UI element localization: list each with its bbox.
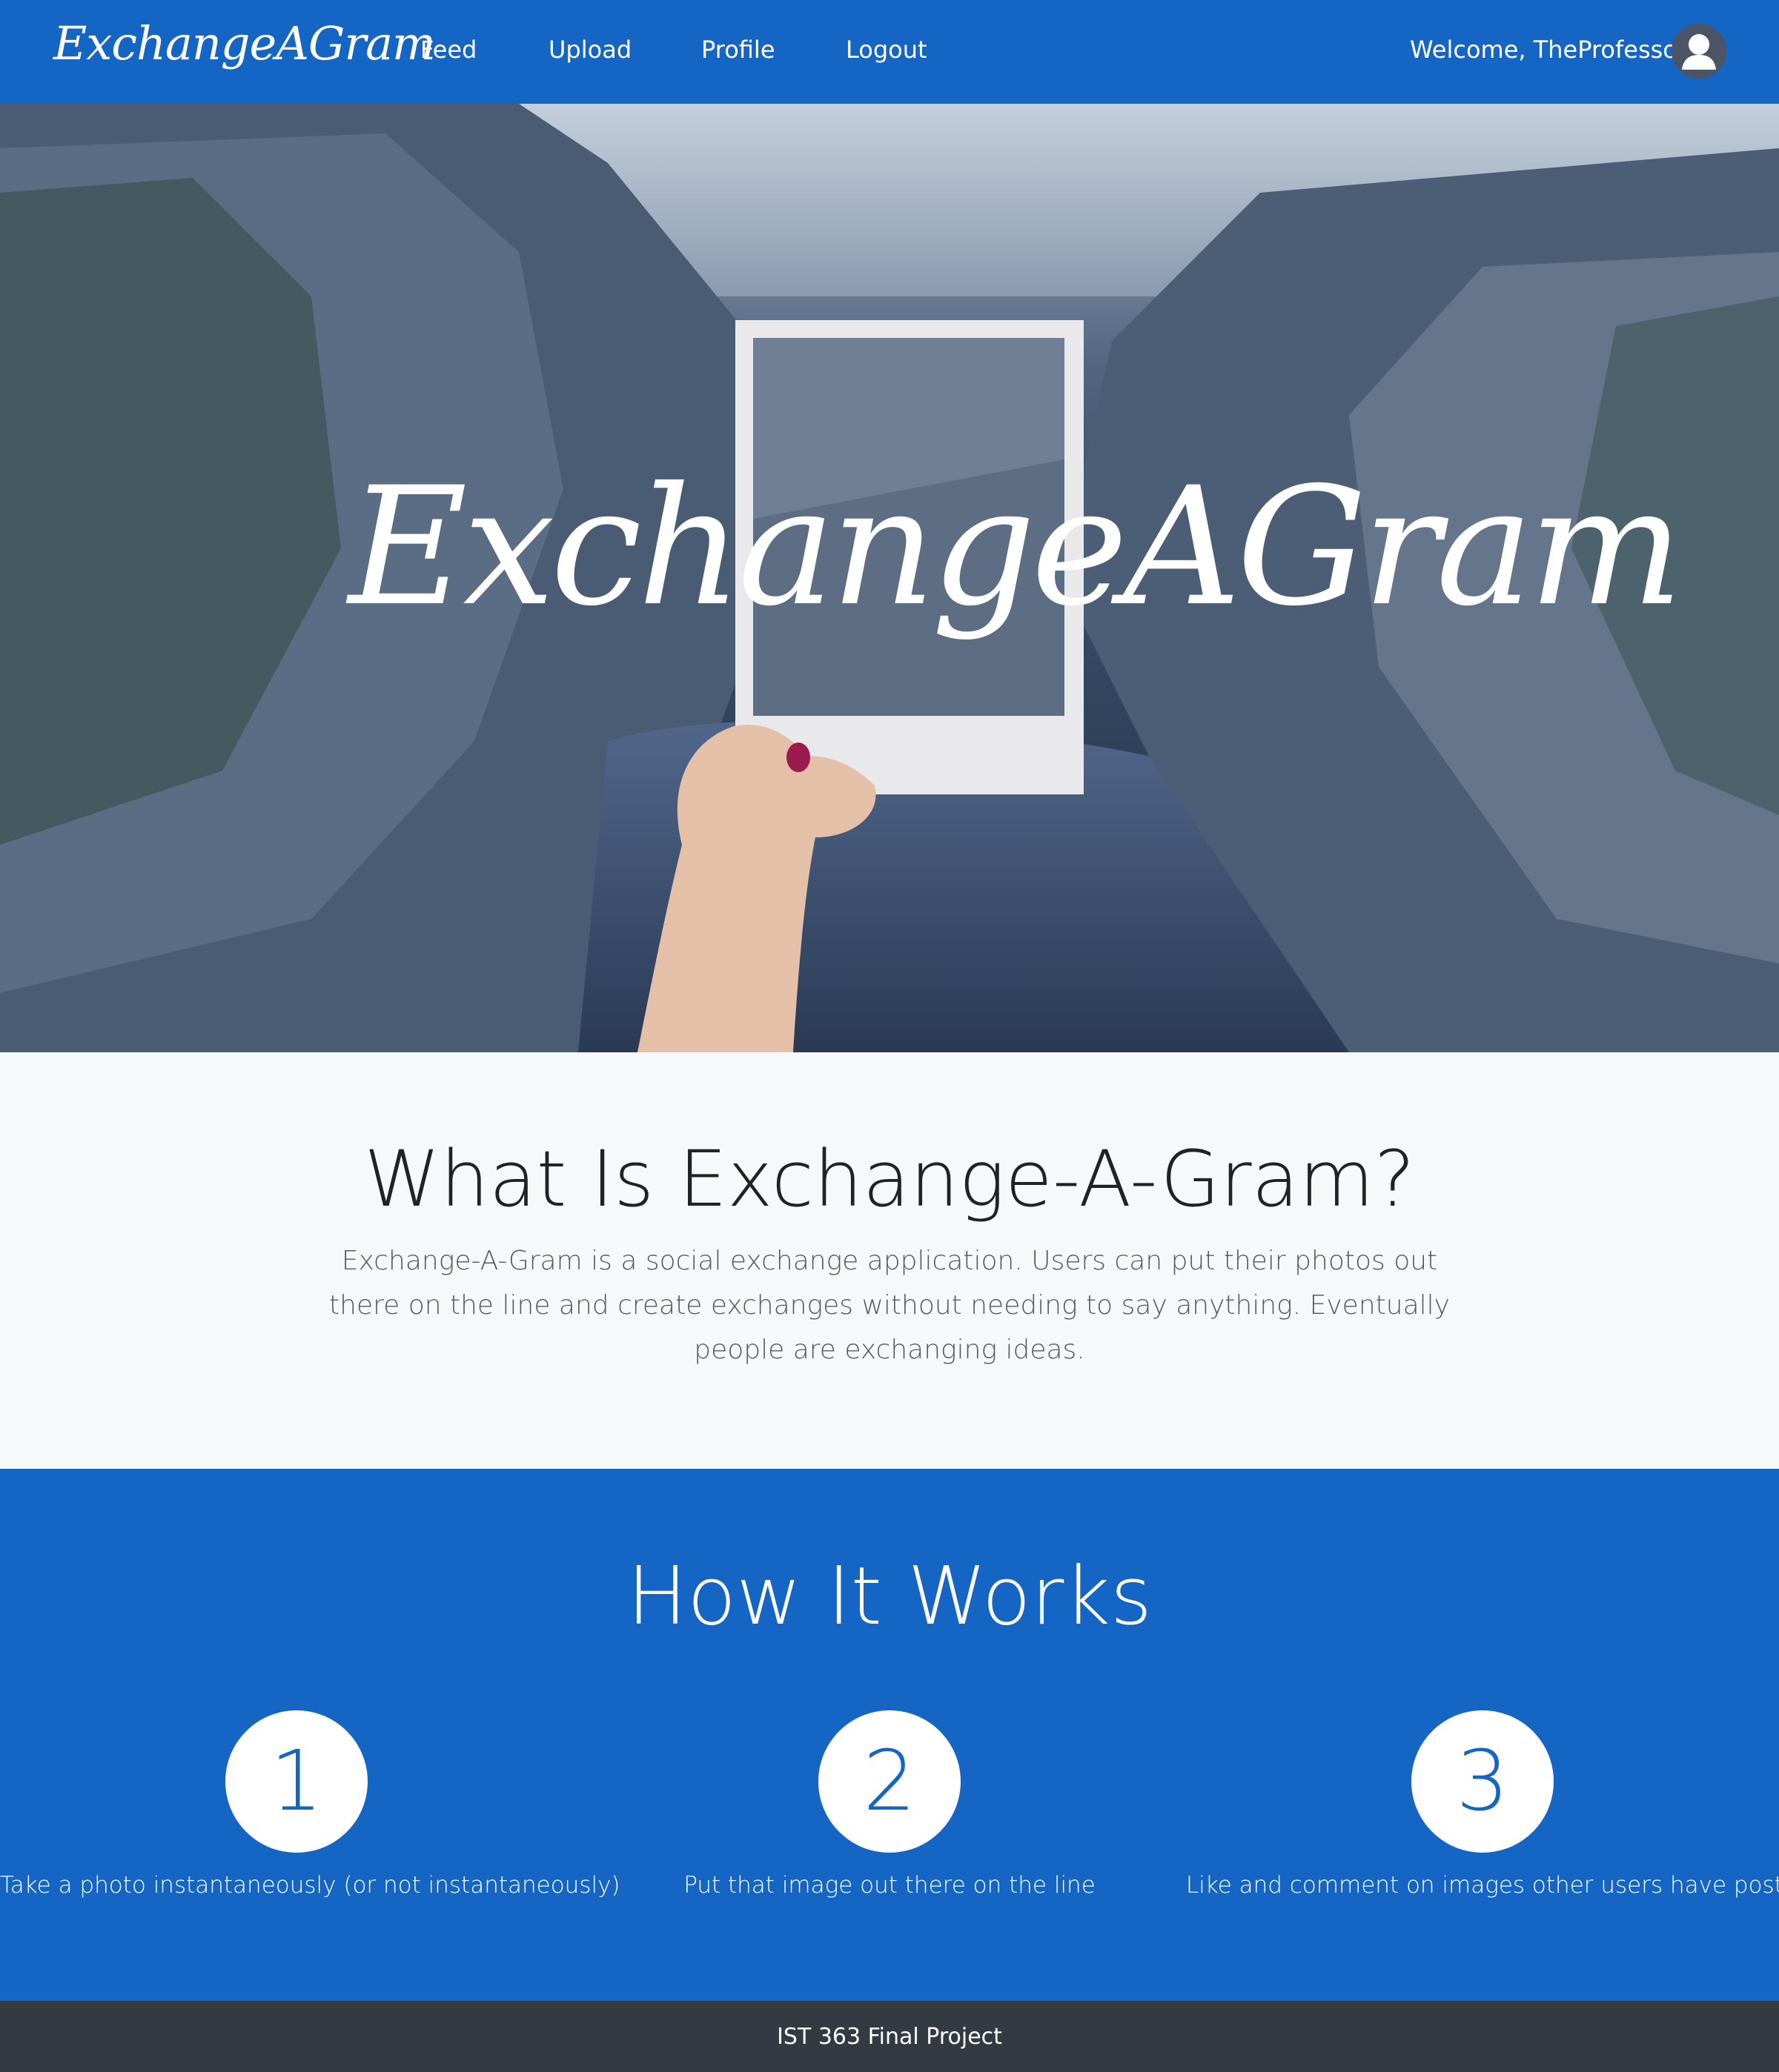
- step-3-number: 3: [1411, 1710, 1554, 1853]
- welcome-text: Welcome, TheProfessor: [1410, 36, 1688, 64]
- footer: IST 363 Final Project: [0, 2001, 1779, 2072]
- hero-banner: ExchangeAGram: [0, 104, 1779, 1052]
- brand-logo-link[interactable]: ExchangeAGram: [53, 16, 436, 70]
- step-2-text: Put that image out there on the line: [683, 1872, 1096, 1899]
- step-1-number: 1: [225, 1710, 368, 1853]
- nav-link-feed[interactable]: Feed: [420, 36, 477, 64]
- how-it-works-heading: How It Works: [626, 1550, 1153, 1643]
- how-it-works-section: How It Works 1 Take a photo instantaneou…: [0, 1469, 1779, 2001]
- about-section: What Is Exchange-A-Gram? Exchange-A-Gram…: [0, 1052, 1779, 1469]
- step-2-number: 2: [818, 1710, 961, 1853]
- about-description: Exchange-A-Gram is a social exchange app…: [329, 1246, 1450, 1365]
- top-navbar: ExchangeAGram Feed Upload Profile Logout…: [0, 0, 1779, 104]
- footer-text: IST 363 Final Project: [777, 2023, 1002, 2050]
- nav-link-upload[interactable]: Upload: [549, 36, 632, 64]
- about-heading: What Is Exchange-A-Gram?: [364, 1134, 1415, 1224]
- nav-link-logout[interactable]: Logout: [846, 36, 927, 64]
- step-1-text: Take a photo instantaneously (or not ins…: [0, 1872, 620, 1899]
- nav-link-profile[interactable]: Profile: [701, 36, 775, 64]
- step-3-text: Like and comment on images other users h…: [1186, 1872, 1779, 1899]
- user-avatar-icon[interactable]: [1672, 24, 1726, 79]
- hero-title: ExchangeAGram: [348, 452, 1683, 642]
